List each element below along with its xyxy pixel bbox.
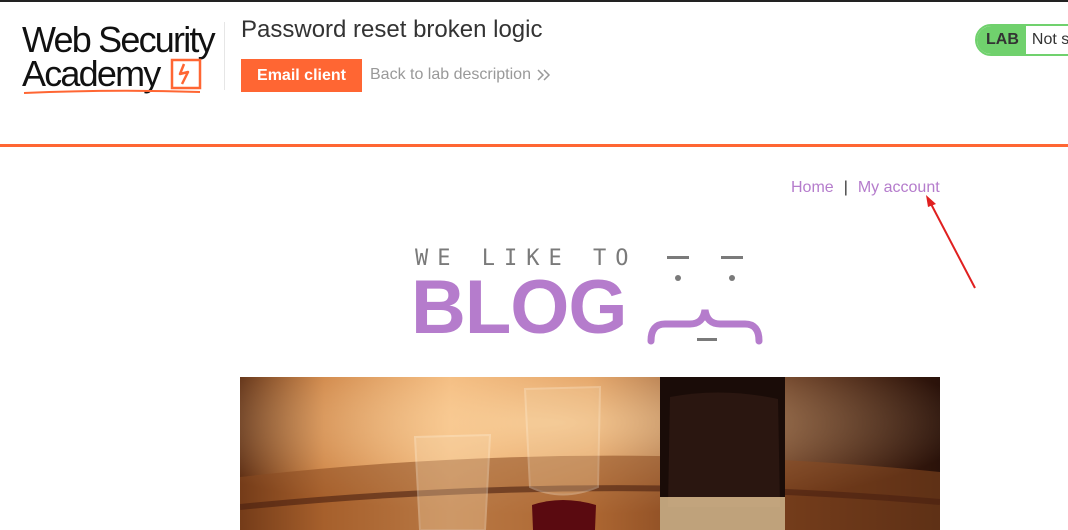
lab-title: Password reset broken logic (241, 16, 543, 43)
blog-title: BLOG (411, 265, 628, 350)
back-link-label: Back to lab description (370, 66, 531, 83)
lab-status-text: Not s (1031, 31, 1068, 48)
top-nav: Home | My account (791, 179, 940, 197)
curly-brace-face-icon (647, 256, 763, 345)
email-client-button[interactable]: Email client (241, 59, 362, 92)
header-orange-rule (0, 144, 1068, 147)
back-to-lab-description-link[interactable]: Back to lab description (370, 66, 551, 84)
nav-separator: | (843, 179, 848, 196)
double-chevron-right-icon (537, 69, 551, 81)
blog-hero-image (240, 377, 940, 530)
red-arrow-icon (926, 195, 976, 289)
logo-underline (23, 89, 201, 94)
header-divider (224, 22, 225, 90)
top-border (0, 0, 1068, 2)
flame-icon (170, 58, 202, 90)
web-security-academy-logo[interactable]: Web Security Academy (22, 18, 222, 96)
blog-banner: WE LIKE TO BLOG (405, 240, 775, 350)
lab-badge: LAB (977, 26, 1026, 54)
nav-home-link[interactable]: Home (791, 179, 834, 196)
lab-status-widget: LAB Not s (975, 24, 1068, 56)
